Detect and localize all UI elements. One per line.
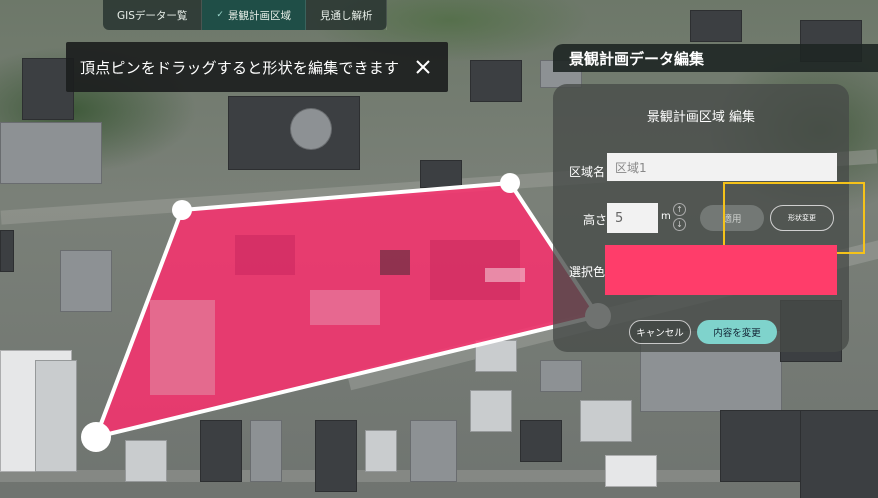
height-stepper[interactable]: ↑ ↓: [673, 203, 687, 233]
cancel-button[interactable]: キャンセル: [629, 320, 691, 344]
panel-header: 景観計画データ編集: [553, 44, 878, 72]
highlight-box: [723, 182, 865, 254]
hint-toast: 頂点ピンをドラッグすると形状を編集できます: [66, 42, 448, 92]
building: [150, 300, 215, 395]
building: [380, 250, 410, 275]
vertex-pin[interactable]: [500, 173, 520, 193]
tab-label: 景観計画区域: [227, 9, 291, 22]
building: [310, 290, 380, 325]
area-name-input[interactable]: [607, 153, 837, 181]
area-name-label: 区域名: [569, 165, 606, 179]
vertex-pin[interactable]: [172, 200, 192, 220]
building: [235, 235, 295, 275]
height-label: 高さ: [583, 213, 608, 227]
building: [485, 268, 525, 282]
tab-label: 見通し解析: [319, 9, 373, 22]
color-swatch[interactable]: [605, 245, 837, 295]
close-icon[interactable]: [412, 56, 434, 78]
tab-gis-data-list[interactable]: GISデーター覧: [103, 0, 203, 30]
panel-title: 景観計画区域 編集: [646, 110, 756, 125]
vertex-pin[interactable]: [81, 422, 111, 452]
height-unit: m: [661, 211, 671, 222]
tab-landscape-area[interactable]: ✓ 景観計画区域: [202, 0, 306, 30]
tab-visibility-analysis[interactable]: 見通し解析: [306, 0, 388, 30]
arrow-down-icon[interactable]: ↓: [673, 218, 686, 231]
tab-label: GISデーター覧: [117, 9, 188, 22]
hint-message: 頂点ピンをドラッグすると形状を編集できます: [80, 58, 400, 77]
save-changes-button[interactable]: 内容を変更: [697, 320, 777, 344]
top-tab-bar: GISデーター覧 ✓ 景観計画区域 見通し解析: [103, 0, 388, 30]
color-label: 選択色: [569, 265, 606, 279]
arrow-up-icon[interactable]: ↑: [673, 203, 686, 216]
check-icon: ✓: [216, 10, 224, 20]
height-input[interactable]: [607, 203, 658, 233]
